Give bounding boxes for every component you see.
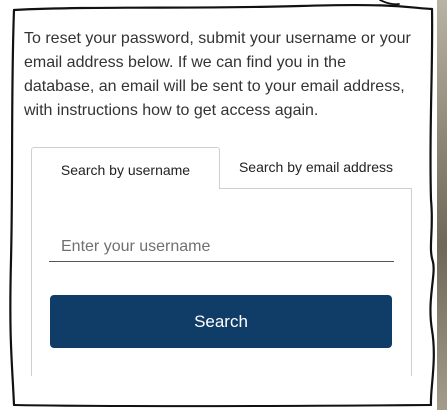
- tab-search-by-email[interactable]: Search by email address: [220, 147, 412, 189]
- username-input[interactable]: [49, 232, 394, 262]
- header-strip: [0, 0, 447, 8]
- search-method-tabs: Search by username Search by email addre…: [31, 147, 412, 189]
- tab-search-by-username[interactable]: Search by username: [31, 147, 220, 189]
- search-button[interactable]: Search: [50, 295, 392, 348]
- background-photo-edge: [437, 0, 447, 410]
- reset-instructions: To reset your password, submit your user…: [24, 30, 411, 119]
- forgot-password-panel: To reset your password, submit your user…: [0, 0, 447, 410]
